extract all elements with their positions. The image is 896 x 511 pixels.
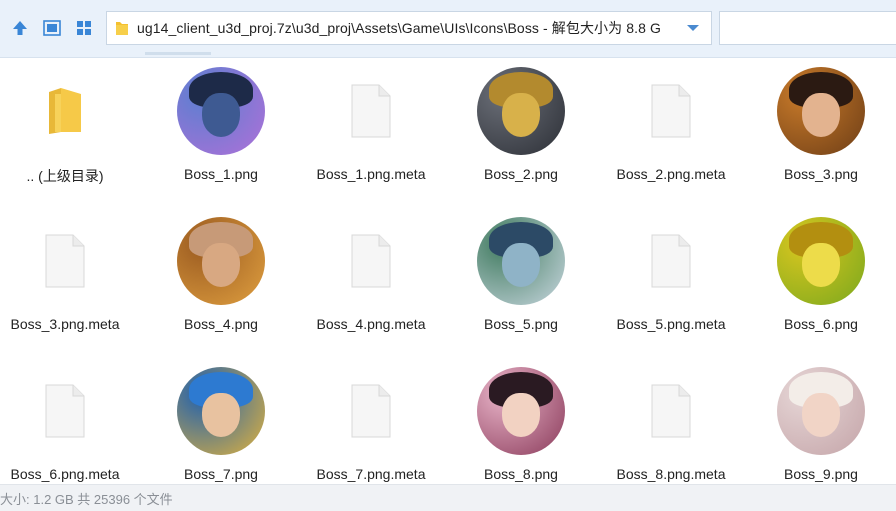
file-icon — [626, 366, 716, 456]
portrait-face — [801, 243, 841, 288]
address-bar[interactable]: ug14_client_u3d_proj.7z\u3d_proj\Assets\… — [106, 11, 712, 45]
boss-portrait-icon — [777, 217, 865, 305]
file-icon — [326, 366, 416, 456]
status-text: 大小: 1.2 GB 共 25396 个文件 — [0, 491, 173, 507]
image-thumbnail — [176, 366, 266, 456]
file-item[interactable]: Boss_2.png — [456, 62, 586, 202]
boss-portrait-icon — [177, 217, 265, 305]
file-name: Boss_5.png — [484, 316, 558, 332]
boss-portrait-icon — [777, 367, 865, 455]
portrait-face — [801, 93, 841, 138]
boss-portrait-icon — [477, 367, 565, 455]
image-thumbnail — [176, 66, 266, 156]
preview-pane-icon[interactable] — [41, 17, 63, 39]
boss-portrait-icon — [477, 217, 565, 305]
portrait-face — [501, 93, 541, 138]
file-name: Boss_8.png — [484, 466, 558, 482]
search-field[interactable] — [719, 11, 896, 45]
file-icon — [326, 216, 416, 306]
file-item[interactable]: Boss_4.png.meta — [306, 212, 436, 352]
file-name: Boss_7.png — [184, 466, 258, 482]
file-name: Boss_1.png.meta — [316, 166, 426, 182]
image-thumbnail — [776, 216, 866, 306]
file-item[interactable]: Boss_5.png — [456, 212, 586, 352]
boss-portrait-icon — [777, 67, 865, 155]
file-item[interactable]: Boss_6.png.meta — [0, 362, 130, 484]
file-name: Boss_4.png.meta — [316, 316, 426, 332]
file-name: Boss_6.png — [784, 316, 858, 332]
file-icon — [626, 66, 716, 156]
boss-portrait-icon — [177, 67, 265, 155]
boss-portrait-icon — [177, 367, 265, 455]
up-arrow-icon[interactable] — [9, 17, 31, 39]
file-name: Boss_6.png.meta — [10, 466, 120, 482]
file-item[interactable]: Boss_5.png.meta — [606, 212, 736, 352]
file-item[interactable]: Boss_9.png — [756, 362, 886, 484]
portrait-face — [501, 393, 541, 438]
portrait-face — [801, 393, 841, 438]
file-name: Boss_3.png — [784, 166, 858, 182]
file-icon — [20, 366, 110, 456]
file-name: Boss_5.png.meta — [616, 316, 726, 332]
file-name: Boss_2.png.meta — [616, 166, 726, 182]
file-item[interactable]: Boss_2.png.meta — [606, 62, 736, 202]
chevron-down-icon[interactable] — [675, 12, 711, 44]
file-item[interactable]: Boss_3.png — [756, 62, 886, 202]
file-item[interactable]: Boss_6.png — [756, 212, 886, 352]
file-icon — [326, 66, 416, 156]
image-thumbnail — [476, 216, 566, 306]
boss-portrait-icon — [477, 67, 565, 155]
address-path: ug14_client_u3d_proj.7z\u3d_proj\Assets\… — [137, 20, 661, 36]
file-item[interactable]: Boss_8.png — [456, 362, 586, 484]
image-thumbnail — [476, 366, 566, 456]
grid-view-icon[interactable] — [73, 17, 95, 39]
file-name: .. (上级目录) — [26, 168, 104, 184]
file-name: Boss_9.png — [784, 466, 858, 482]
image-thumbnail — [776, 66, 866, 156]
file-name: Boss_8.png.meta — [616, 466, 726, 482]
file-name: Boss_3.png.meta — [10, 316, 120, 332]
parent-folder-item[interactable]: .. (上级目录) — [0, 62, 130, 202]
status-bar: 大小: 1.2 GB 共 25396 个文件 — [0, 484, 896, 511]
portrait-face — [201, 243, 241, 288]
file-name: Boss_4.png — [184, 316, 258, 332]
search-input[interactable] — [720, 12, 896, 44]
folder-icon — [116, 22, 128, 35]
file-grid: .. (上级目录) Boss_1.png Boss_1.png.meta Boss_2… — [0, 58, 896, 484]
file-item[interactable]: Boss_4.png — [156, 212, 286, 352]
portrait-face — [201, 393, 241, 438]
file-name: Boss_1.png — [184, 166, 258, 182]
portrait-face — [501, 243, 541, 288]
file-name: Boss_2.png — [484, 166, 558, 182]
portrait-face — [201, 93, 241, 138]
file-name: Boss_7.png.meta — [316, 466, 426, 482]
file-icon — [626, 216, 716, 306]
file-item[interactable]: Boss_8.png.meta — [606, 362, 736, 484]
file-item[interactable]: Boss_7.png.meta — [306, 362, 436, 484]
toolbar: ug14_client_u3d_proj.7z\u3d_proj\Assets\… — [0, 0, 896, 58]
toolbar-divider — [145, 52, 211, 55]
file-item[interactable]: Boss_3.png.meta — [0, 212, 130, 352]
file-item[interactable]: Boss_7.png — [156, 362, 286, 484]
image-thumbnail — [176, 216, 266, 306]
file-item[interactable]: Boss_1.png — [156, 62, 286, 202]
folder-icon — [20, 66, 110, 156]
image-thumbnail — [476, 66, 566, 156]
file-icon — [20, 216, 110, 306]
file-item[interactable]: Boss_1.png.meta — [306, 62, 436, 202]
image-thumbnail — [776, 366, 866, 456]
